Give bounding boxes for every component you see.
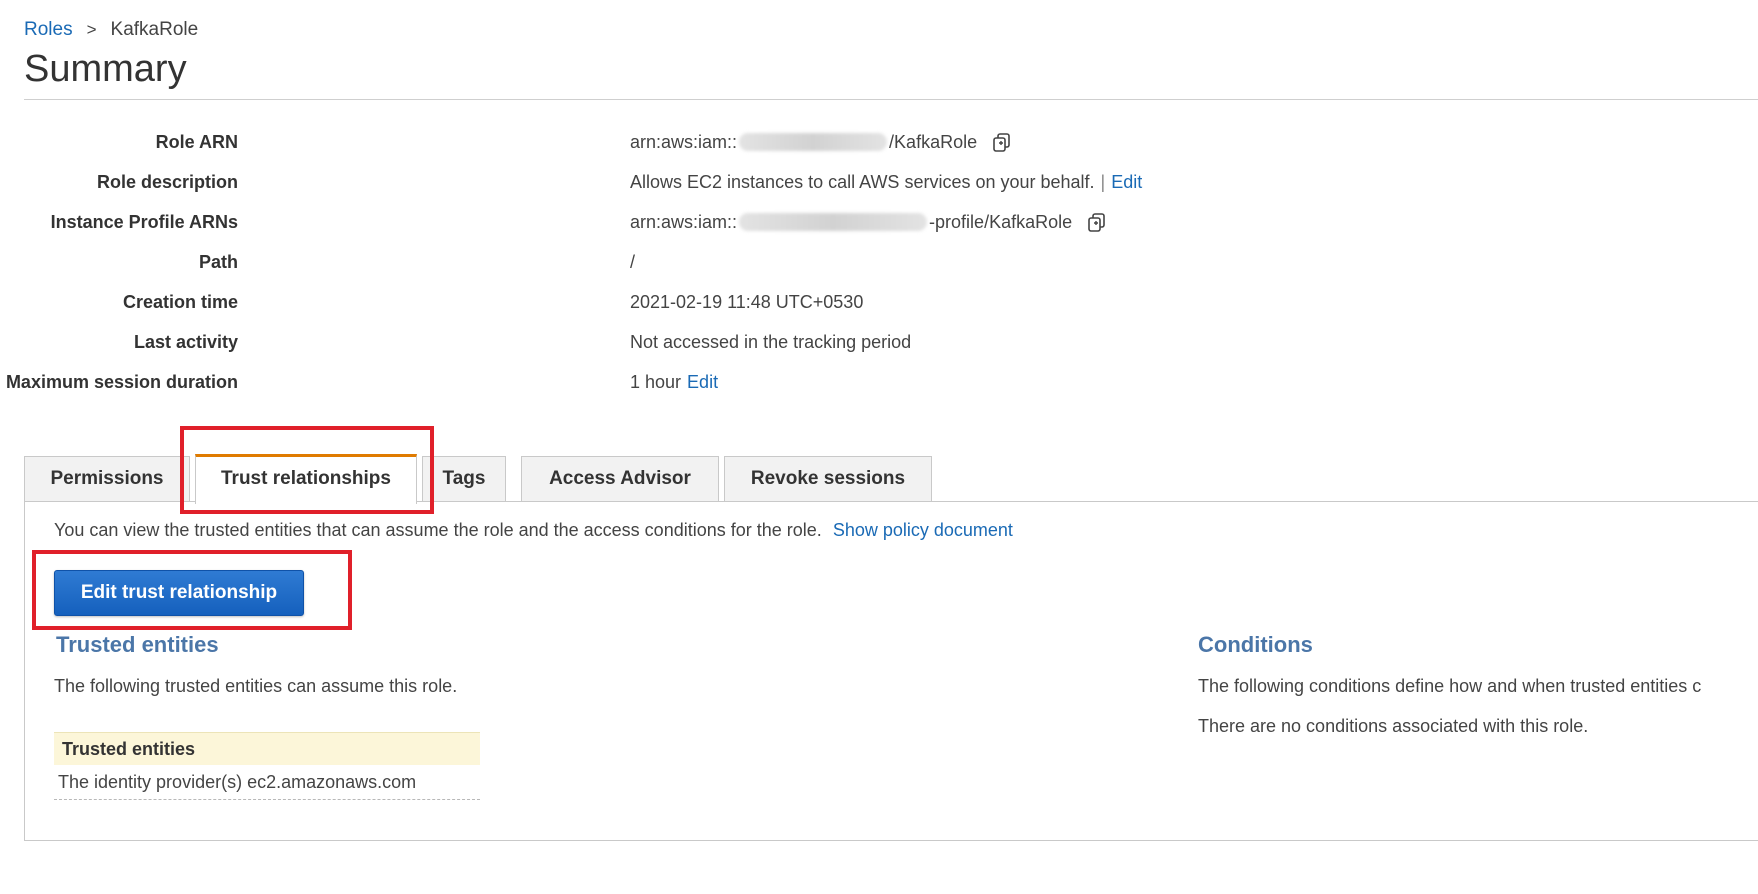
role-arn-value: arn:aws:iam:: /KafkaRole [630, 128, 1013, 156]
copy-icon[interactable] [991, 131, 1013, 153]
role-description-separator: | [1100, 172, 1106, 192]
conditions-description: The following conditions define how and … [1198, 676, 1702, 696]
breadcrumb: Roles > KafkaRole [24, 18, 198, 42]
conditions-empty-text: There are no conditions associated with … [1198, 716, 1589, 736]
breadcrumb-roles-link[interactable]: Roles [24, 18, 73, 42]
last-activity-label: Last activity [133, 332, 238, 352]
summary-row-last-activity: Last activity Not accessed in the tracki… [0, 328, 1400, 356]
path-value: / [630, 252, 636, 272]
summary-row-role-arn: Role ARN arn:aws:iam:: /KafkaRole [0, 128, 1400, 156]
show-policy-document-link[interactable]: Show policy document [833, 520, 1013, 540]
role-arn-label: Role ARN [155, 132, 238, 152]
summary-row-creation-time: Creation time 2021-02-19 11:48 UTC+0530 [0, 288, 1400, 316]
trusted-entities-table-header: Trusted entities [54, 732, 480, 765]
role-description-text: Allows EC2 instances to call AWS service… [630, 172, 1095, 192]
tab-access-advisor[interactable]: Access Advisor [521, 456, 719, 501]
role-tabs: Permissions Trust relationships Tags Acc… [24, 454, 1758, 504]
table-row: The identity provider(s) ec2.amazonaws.c… [54, 765, 480, 800]
trust-intro-text: You can view the trusted entities that c… [54, 520, 1013, 541]
max-session-label: Maximum session duration [5, 372, 238, 392]
role-description-value: Allows EC2 instances to call AWS service… [630, 168, 1142, 196]
edit-description-link[interactable]: Edit [1111, 168, 1142, 196]
instance-profile-suffix: -profile/KafkaRole [929, 212, 1073, 232]
page-title: Summary [24, 48, 187, 90]
tab-revoke-sessions[interactable]: Revoke sessions [724, 456, 932, 501]
iam-role-summary-page: Roles > KafkaRole Summary Role ARN arn:a… [0, 0, 1758, 894]
breadcrumb-current: KafkaRole [110, 19, 199, 40]
summary-row-role-description: Role description Allows EC2 instances to… [0, 168, 1400, 196]
copy-icon[interactable] [1086, 211, 1108, 233]
trust-intro: You can view the trusted entities that c… [54, 520, 822, 540]
redacted-account-id [739, 133, 888, 151]
title-divider [24, 99, 1758, 100]
trusted-entities-table: Trusted entities The identity provider(s… [54, 732, 480, 800]
breadcrumb-separator: > [86, 20, 97, 39]
creation-time-value: 2021-02-19 11:48 UTC+0530 [630, 292, 864, 312]
tab-trust-relationships[interactable]: Trust relationships [195, 454, 417, 504]
summary-row-path: Path / [0, 248, 1400, 276]
role-description-label: Role description [96, 172, 238, 192]
tab-permissions[interactable]: Permissions [24, 456, 190, 501]
max-session-value: 1 hour Edit [630, 368, 718, 396]
conditions-title: Conditions [1198, 632, 1313, 657]
edit-session-duration-link[interactable]: Edit [687, 368, 718, 396]
path-label: Path [198, 252, 238, 272]
redacted-account-id [739, 213, 928, 231]
trusted-entities-title: Trusted entities [56, 632, 219, 657]
last-activity-value: Not accessed in the tracking period [630, 332, 912, 352]
instance-profile-arns-value: arn:aws:iam:: -profile/KafkaRole [630, 208, 1108, 236]
instance-profile-arns-label: Instance Profile ARNs [50, 212, 238, 232]
creation-time-label: Creation time [122, 292, 238, 312]
role-arn-suffix: /KafkaRole [889, 132, 978, 152]
instance-profile-prefix: arn:aws:iam:: [630, 212, 738, 232]
summary-row-instance-profile-arns: Instance Profile ARNs arn:aws:iam:: -pro… [0, 208, 1400, 236]
max-session-duration: 1 hour [630, 372, 682, 392]
trusted-entities-description: The following trusted entities can assum… [54, 676, 458, 696]
role-arn-prefix: arn:aws:iam:: [630, 132, 738, 152]
summary-row-max-session: Maximum session duration 1 hour Edit [0, 368, 1400, 396]
edit-trust-relationship-button[interactable]: Edit trust relationship [54, 570, 304, 616]
tab-tags[interactable]: Tags [422, 456, 506, 501]
